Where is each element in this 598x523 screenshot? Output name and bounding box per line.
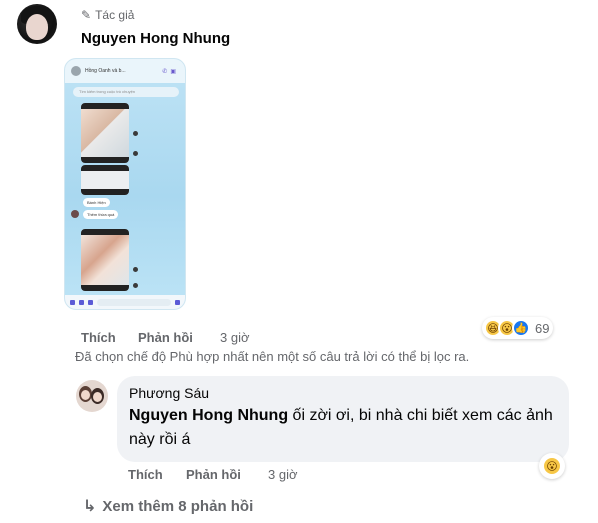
comment-timestamp[interactable]: 3 giờ — [220, 330, 250, 345]
comment-attachment-image[interactable]: Hồng Oanh và b... ✆▣ Tìm kiếm trong cuộc… — [64, 58, 186, 310]
reply-button[interactable]: Phản hồi — [138, 330, 193, 345]
author-badge-label: Tác giả — [95, 8, 135, 22]
like-icon: 👍 — [512, 319, 530, 337]
reply-reaction-summary[interactable]: 😮 — [539, 453, 565, 479]
view-more-replies-label: Xem thêm 8 phản hồi — [102, 497, 254, 515]
reply-timestamp[interactable]: 3 giờ — [268, 467, 298, 482]
author-avatar[interactable] — [17, 4, 57, 44]
reply-arrow-icon: ↳ — [83, 498, 97, 515]
attachment-photo-1 — [81, 103, 129, 163]
attachment-input-bar — [65, 295, 185, 309]
attachment-search-bar: Tìm kiếm trong cuộc trò chuyện — [73, 87, 179, 97]
reply-author-avatar[interactable] — [76, 380, 108, 412]
reaction-count: 69 — [535, 320, 550, 336]
attachment-header-title: Hồng Oanh và b... — [85, 68, 126, 74]
attachment-bubble-2: Thêm thừa quá — [83, 210, 119, 219]
comment-author-name[interactable]: Nguyen Hong Nhung — [81, 30, 230, 47]
attachment-photo-3 — [81, 229, 129, 291]
reply-text: Nguyen Hong Nhung ối zời ơi, bi nhà chi … — [129, 404, 557, 452]
wow-icon: 😮 — [542, 456, 562, 476]
attachment-bubble-1: Bánh Hiện — [83, 198, 110, 207]
like-button[interactable]: Thích — [81, 330, 116, 345]
pencil-icon: ✎ — [81, 8, 92, 22]
attachment-photo-2 — [81, 165, 129, 195]
reply-author-name[interactable]: Phương Sáu — [129, 385, 557, 401]
reply-bubble: Phương Sáu Nguyen Hong Nhung ối zời ơi, … — [117, 376, 569, 462]
reply-like-button[interactable]: Thích — [128, 467, 163, 482]
view-more-replies-link[interactable]: ↳ Xem thêm 8 phản hồi — [83, 496, 253, 516]
attachment-header: Hồng Oanh và b... ✆▣ — [65, 59, 185, 83]
reply-reply-button[interactable]: Phản hồi — [186, 467, 241, 482]
author-badge: ✎ Tác giả — [81, 8, 134, 22]
filter-notice: Đã chọn chế độ Phù hợp nhất nên một số c… — [75, 349, 470, 364]
reaction-summary[interactable]: 😆 😮 👍 69 — [482, 317, 554, 339]
call-icons: ✆▣ — [162, 68, 179, 75]
reply-mention[interactable]: Nguyen Hong Nhung — [129, 407, 288, 424]
